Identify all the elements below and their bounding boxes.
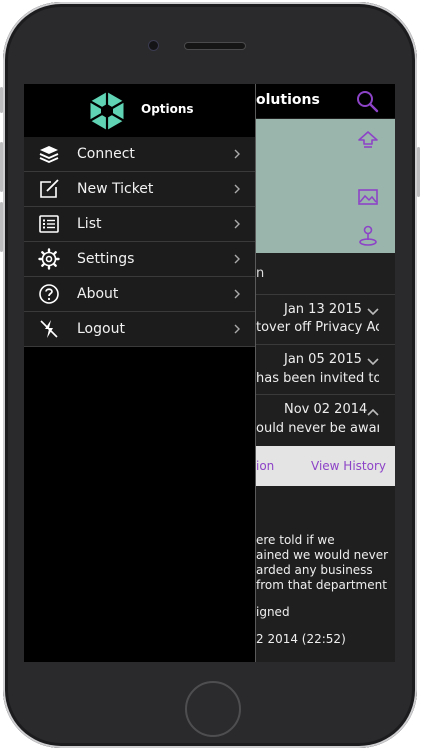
- layers-icon: [39, 146, 59, 163]
- history-text: has been invited to ...: [256, 371, 379, 386]
- drawer-title: Options: [141, 102, 194, 116]
- chevron-right-icon: [234, 149, 240, 159]
- upload-icon[interactable]: [356, 129, 380, 153]
- menu-item-label: About: [77, 286, 119, 302]
- menu-item-label: Connect: [77, 146, 135, 162]
- section-title: n: [256, 266, 265, 281]
- volume-down-button: [0, 202, 3, 252]
- app-logo-icon: [89, 92, 125, 130]
- timestamp-text: 2 2014 (22:52): [256, 632, 346, 646]
- power-button: [417, 147, 420, 197]
- ticket-summary-panel: [256, 119, 395, 253]
- menu-item-list[interactable]: List: [24, 207, 255, 242]
- chevron-right-icon: [234, 219, 240, 229]
- navigation-drawer: Options Connect New Ticket List Settings…: [24, 84, 256, 662]
- logout-icon: [40, 320, 58, 338]
- chevron-down-icon[interactable]: [366, 305, 380, 319]
- action-link[interactable]: ion: [256, 459, 274, 473]
- detail-line: ere told if we: [256, 533, 335, 547]
- menu-item-settings[interactable]: Settings: [24, 242, 255, 277]
- menu-item-connect[interactable]: Connect: [24, 137, 255, 172]
- edit-icon: [40, 179, 59, 198]
- help-icon: [39, 284, 59, 304]
- detail-line: from that department: [256, 578, 387, 592]
- search-icon[interactable]: [354, 88, 380, 114]
- chevron-right-icon: [234, 254, 240, 264]
- mute-switch: [0, 87, 3, 113]
- menu-item-label: List: [77, 216, 102, 232]
- drawer-header: Options: [24, 84, 255, 136]
- status-text: igned: [256, 605, 290, 619]
- history-text: tover off Privacy Ac...: [256, 320, 379, 335]
- chevron-down-icon[interactable]: [366, 355, 380, 369]
- detail-line: ained we would never: [256, 548, 389, 562]
- history-actions-bar: ion View History: [256, 446, 395, 486]
- app-screen: olutions n Jan 13 2015 tover off Privacy…: [24, 84, 395, 662]
- history-date: Jan 13 2015: [284, 302, 362, 317]
- earpiece-speaker: [184, 42, 246, 50]
- menu-item-label: Logout: [77, 321, 125, 337]
- history-text: ould never be awar...: [256, 421, 379, 436]
- chevron-right-icon: [234, 289, 240, 299]
- drawer-menu: Connect New Ticket List Settings About L…: [24, 137, 255, 347]
- location-pin-icon[interactable]: [356, 223, 380, 247]
- menu-item-about[interactable]: About: [24, 277, 255, 312]
- volume-up-button: [0, 142, 3, 192]
- menu-item-new-ticket[interactable]: New Ticket: [24, 172, 255, 207]
- divider: [256, 394, 395, 395]
- home-button[interactable]: [185, 681, 241, 737]
- chevron-up-icon[interactable]: [366, 405, 380, 419]
- menu-item-label: New Ticket: [77, 181, 154, 197]
- history-date: Nov 02 2014: [284, 402, 368, 417]
- divider: [256, 294, 395, 295]
- detail-line: arded any business: [256, 563, 373, 577]
- chevron-right-icon: [234, 324, 240, 334]
- image-icon[interactable]: [356, 185, 380, 209]
- menu-item-label: Settings: [77, 251, 135, 267]
- front-camera: [148, 40, 159, 51]
- chevron-right-icon: [234, 184, 240, 194]
- app-header: olutions: [256, 84, 395, 118]
- app-title: olutions: [256, 92, 320, 108]
- gear-icon: [38, 248, 60, 270]
- divider: [256, 344, 395, 345]
- list-icon: [39, 215, 59, 233]
- view-history-link[interactable]: View History: [311, 459, 386, 473]
- history-date: Jan 05 2015: [284, 352, 362, 367]
- menu-item-logout[interactable]: Logout: [24, 312, 255, 347]
